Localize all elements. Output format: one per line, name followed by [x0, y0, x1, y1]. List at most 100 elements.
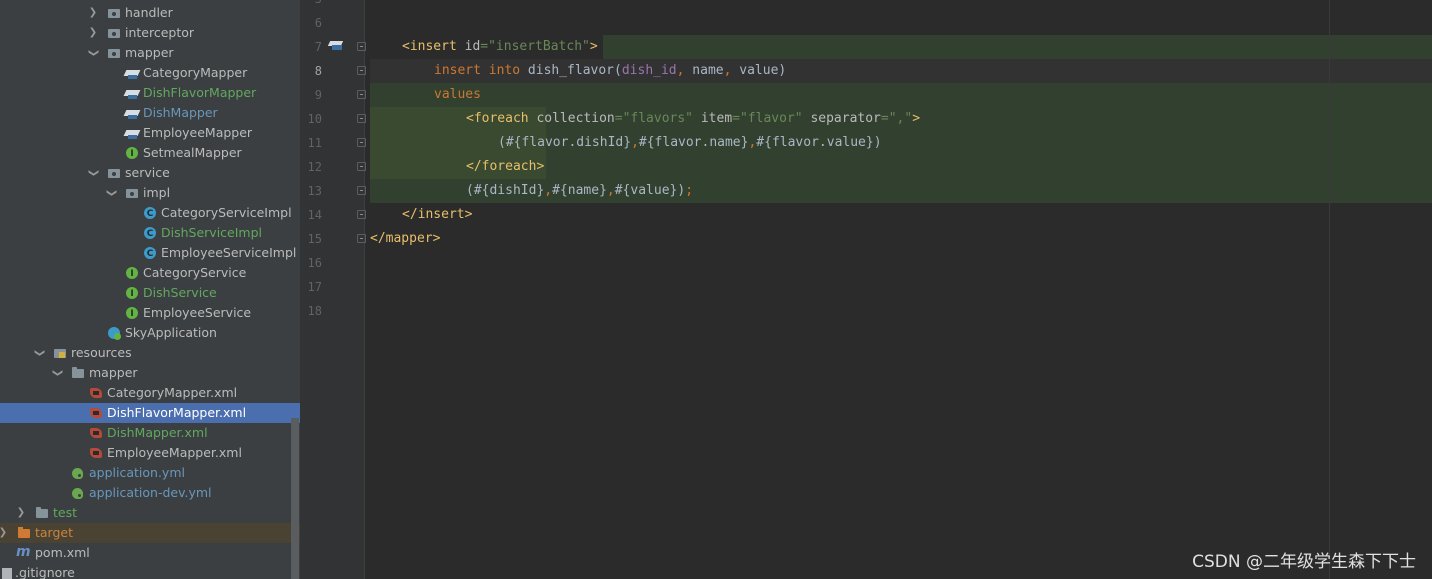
- sql-sep: ,: [676, 63, 693, 78]
- fold-marker-icon[interactable]: [357, 234, 366, 243]
- sql-column: dish_id: [621, 63, 677, 78]
- tree-item-employeeserviceimpl[interactable]: C EmployeeServiceImpl: [0, 243, 300, 263]
- tree-item-mapper-folder[interactable]: ❯ mapper: [0, 363, 300, 383]
- line-number: 11: [307, 136, 322, 150]
- xml-mapper-icon: [89, 446, 103, 460]
- tree-item-label: CategoryMapper.xml: [107, 385, 238, 400]
- tree-scrollbar[interactable]: [291, 418, 299, 579]
- tree-item-employeeservice[interactable]: I EmployeeService: [0, 303, 300, 323]
- xml-mapper-icon: [89, 386, 103, 400]
- watermark: CSDN @二年级学生森下下士: [1192, 552, 1416, 572]
- code-line-13[interactable]: (#{dishId},#{name},#{value});: [466, 179, 693, 203]
- line-number: 13: [307, 184, 322, 198]
- code-line-12[interactable]: </foreach>: [466, 155, 544, 179]
- tree-item-test[interactable]: ❯ test: [0, 503, 300, 523]
- fold-marker-icon[interactable]: [357, 66, 366, 75]
- mybatis-mapper-icon: [125, 66, 139, 80]
- chevron-down-icon[interactable]: ❯: [47, 367, 67, 379]
- chevron-down-icon[interactable]: ❯: [83, 167, 103, 179]
- fold-marker-icon[interactable]: [357, 90, 366, 99]
- tree-item-categoryservice[interactable]: I CategoryService: [0, 263, 300, 283]
- tree-item-employeemapper-xml[interactable]: EmployeeMapper.xml: [0, 443, 300, 463]
- tree-item-label: test: [53, 505, 78, 520]
- tree-item-handler[interactable]: ❯ handler: [0, 3, 300, 23]
- tree-item-label: EmployeeService: [143, 305, 252, 320]
- chevron-right-icon[interactable]: ❯: [0, 523, 9, 543]
- tree-item-service[interactable]: ❯ service: [0, 163, 300, 183]
- tree-item-resources[interactable]: ❯ resources: [0, 343, 300, 363]
- line-number: 14: [307, 208, 322, 222]
- tree-item-skyapplication[interactable]: SkyApplication: [0, 323, 300, 343]
- tree-item-label: SetmealMapper: [143, 145, 242, 160]
- maven-icon: m: [16, 544, 31, 560]
- chevron-down-icon[interactable]: ❯: [29, 347, 49, 359]
- folder-icon: [71, 366, 85, 380]
- tree-item-application-dev-yml[interactable]: application-dev.yml: [0, 483, 300, 503]
- chevron-down-icon[interactable]: ❯: [101, 187, 121, 199]
- tree-item-label: DishMapper: [143, 105, 218, 120]
- xml-mapper-icon: [89, 426, 103, 440]
- code-line-15[interactable]: </mapper>: [370, 227, 440, 251]
- chevron-right-icon[interactable]: ❯: [87, 3, 99, 23]
- tree-item-categorymapper[interactable]: CategoryMapper: [0, 63, 300, 83]
- gitignore-icon: [0, 566, 14, 579]
- tree-item-dishmapper-xml[interactable]: DishMapper.xml: [0, 423, 300, 443]
- tree-item-target[interactable]: ❯ target: [0, 523, 300, 543]
- tree-item-impl[interactable]: ❯ impl: [0, 183, 300, 203]
- tree-item-application-yml[interactable]: application.yml: [0, 463, 300, 483]
- sql-highlight: [603, 35, 1432, 59]
- line-number: 10: [307, 112, 322, 126]
- class-icon: C: [144, 207, 156, 219]
- fold-marker-icon[interactable]: [357, 138, 366, 147]
- tree-item-label: service: [125, 165, 170, 180]
- tag-close: >: [589, 39, 598, 54]
- code-line-9[interactable]: values: [434, 83, 481, 107]
- tag-close-foreach: </foreach>: [466, 159, 545, 174]
- tree-item-interceptor[interactable]: ❯ interceptor: [0, 23, 300, 43]
- tree-item-label: DishMapper.xml: [107, 425, 208, 440]
- tree-item-dishserviceimpl[interactable]: C DishServiceImpl: [0, 223, 300, 243]
- mybatis-navigate-icon[interactable]: [329, 39, 345, 53]
- tree-item-employeemapper[interactable]: EmployeeMapper: [0, 123, 300, 143]
- tree-item-dishmapper[interactable]: DishMapper: [0, 103, 300, 123]
- tree-item-dishservice[interactable]: I DishService: [0, 283, 300, 303]
- tree-item-pom-xml[interactable]: m pom.xml: [0, 543, 300, 563]
- tree-item-dishflavormapper-xml[interactable]: DishFlavorMapper.xml: [0, 403, 300, 423]
- tree-item-dishflavormapper[interactable]: DishFlavorMapper: [0, 83, 300, 103]
- tree-item-mapper-package[interactable]: ❯ mapper: [0, 43, 300, 63]
- code-line-10[interactable]: <foreach collection="flavors" item="flav…: [466, 107, 920, 131]
- tag-open: <insert: [402, 39, 465, 54]
- resources-folder-icon: [53, 346, 67, 360]
- fold-marker-icon[interactable]: [357, 42, 366, 51]
- tag-close-mapper: </mapper>: [370, 231, 441, 246]
- fold-marker-icon[interactable]: [357, 162, 366, 171]
- chevron-down-icon[interactable]: ❯: [83, 47, 103, 59]
- chevron-right-icon[interactable]: ❯: [15, 503, 27, 523]
- tree-item-categorymapper-xml[interactable]: CategoryMapper.xml: [0, 383, 300, 403]
- tree-item-label: resources: [71, 345, 132, 360]
- param-expr: #{flavor.value}): [756, 135, 882, 150]
- fold-marker-icon[interactable]: [357, 114, 366, 123]
- fold-marker-icon[interactable]: [357, 210, 366, 219]
- tree-item-gitignore[interactable]: .gitignore: [0, 563, 300, 579]
- line-number: 7: [314, 40, 322, 54]
- tree-item-setmealmapper[interactable]: I SetmealMapper: [0, 143, 300, 163]
- fold-marker-icon[interactable]: [357, 186, 366, 195]
- tree-item-label: impl: [143, 185, 171, 200]
- sql-column: value: [739, 63, 779, 78]
- tag-close-insert: </insert>: [402, 207, 473, 222]
- code-line-8[interactable]: insert into dish_flavor(dish_id, name, v…: [434, 59, 786, 83]
- package-icon: [107, 26, 121, 40]
- code-line-7[interactable]: <insert id="insertBatch">: [402, 35, 598, 59]
- yml-icon: [71, 486, 85, 500]
- chevron-right-icon[interactable]: ❯: [87, 23, 99, 43]
- code-line-14[interactable]: </insert>: [402, 203, 472, 227]
- line-number: 15: [307, 232, 322, 246]
- tree-item-label: SkyApplication: [125, 325, 217, 340]
- code-line-11[interactable]: (#{flavor.dishId},#{flavor.name},#{flavo…: [498, 131, 882, 155]
- sql-semicolon: ;: [685, 183, 694, 198]
- line-number: 16: [307, 256, 322, 270]
- tree-item-categoryserviceimpl[interactable]: C CategoryServiceImpl: [0, 203, 300, 223]
- tree-item-label: handler: [125, 5, 173, 20]
- sql-sep: ,: [631, 135, 639, 150]
